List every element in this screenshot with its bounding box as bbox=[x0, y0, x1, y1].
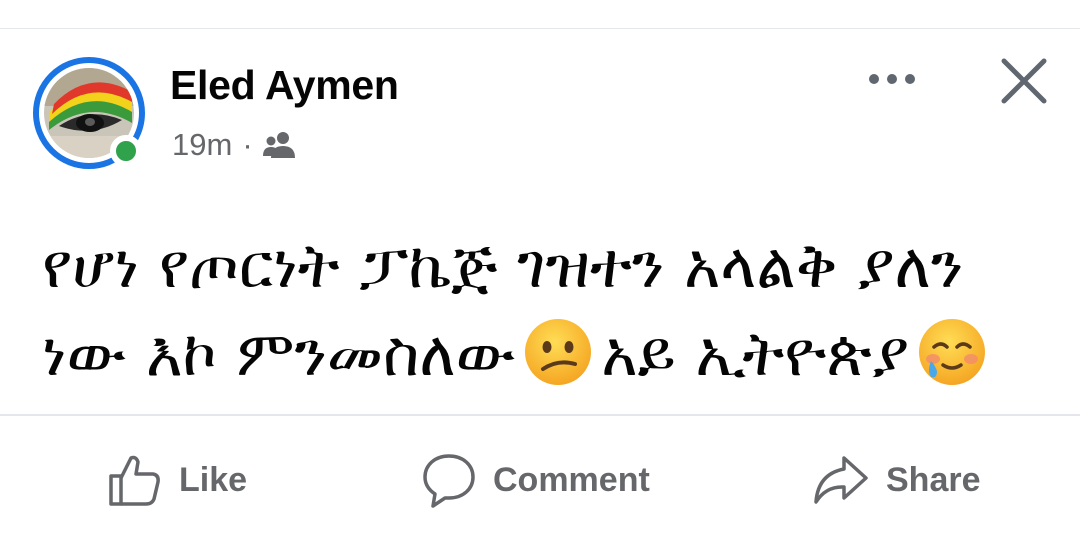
post-text: የሆነ የጦርነት ፓኬጅ ገዝተን አላልቅ ያለን ነው እኮ ምንመስለው… bbox=[42, 222, 1052, 398]
comment-icon bbox=[421, 452, 477, 508]
post-timestamp[interactable]: 19m bbox=[172, 127, 232, 163]
share-icon bbox=[812, 452, 870, 508]
online-status-dot bbox=[110, 135, 142, 167]
author-name[interactable]: Eled Aymen bbox=[170, 62, 399, 109]
post-meta: 19m · bbox=[172, 126, 297, 164]
more-horizontal-icon[interactable] bbox=[860, 64, 924, 94]
meta-separator: · bbox=[242, 127, 253, 162]
like-button[interactable]: Like bbox=[107, 445, 247, 515]
like-label: Like bbox=[179, 460, 248, 499]
face-holding-back-tears-emoji bbox=[917, 317, 987, 387]
comment-label: Comment bbox=[493, 460, 650, 499]
comment-button[interactable]: Comment bbox=[421, 445, 650, 515]
post-text-line-1: የሆነ የጦርነት ፓኬጅ ገዝተን አላልቅ ያለን bbox=[42, 229, 964, 302]
post-text-line-2: ነው እኮ ምንመስለው አይ ኢትዮጵያ bbox=[42, 310, 1052, 398]
share-label: Share bbox=[886, 460, 981, 499]
share-button[interactable]: Share bbox=[812, 445, 981, 515]
more-dot bbox=[905, 74, 915, 84]
more-dot bbox=[869, 74, 879, 84]
author-avatar[interactable] bbox=[33, 57, 145, 169]
friends-icon[interactable] bbox=[262, 131, 297, 159]
post-text-segment: ነው እኮ ምንመስለው bbox=[42, 317, 516, 390]
close-icon[interactable] bbox=[996, 53, 1052, 109]
action-bar: Like Comment Share bbox=[0, 445, 1080, 515]
thumbs-up-icon bbox=[107, 452, 163, 508]
confused-face-emoji bbox=[523, 317, 593, 387]
more-dot bbox=[887, 74, 897, 84]
top-divider bbox=[0, 28, 1080, 29]
post-text-segment: አይ ኢትዮጵያ bbox=[601, 317, 910, 390]
action-bar-divider bbox=[0, 414, 1080, 416]
